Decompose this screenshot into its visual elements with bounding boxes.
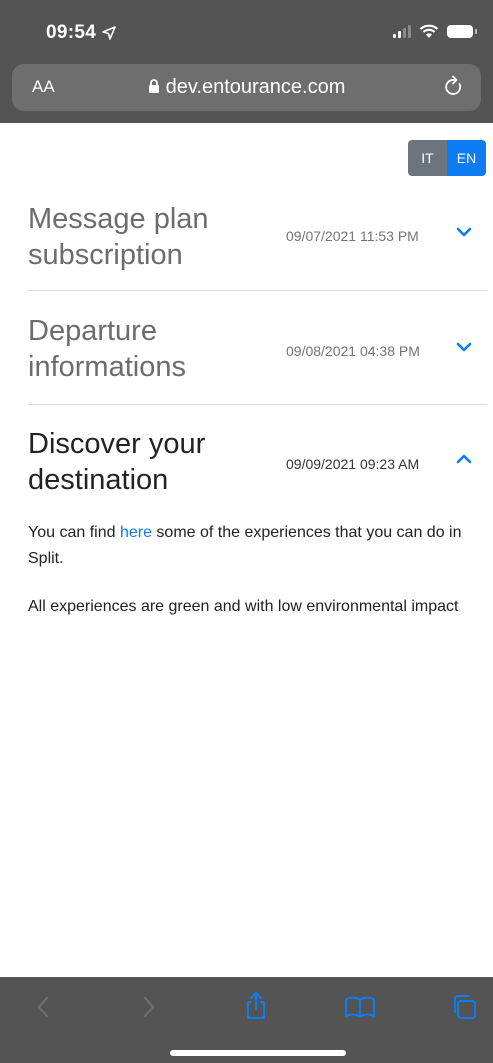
url-text: dev.entourance.com [165, 76, 346, 98]
address-bar[interactable]: AA dev.entourance.com [12, 64, 481, 111]
accordion-divider [28, 290, 487, 291]
browser-top-chrome: 09:54 AA dev.entourance.com [0, 0, 493, 123]
back-icon[interactable] [36, 995, 50, 1019]
accordion-item-message-plan[interactable]: Message plan subscription 09/07/2021 11:… [28, 201, 487, 277]
accordion-body-paragraph: All experiences are green and with low e… [28, 598, 459, 615]
clock-label: 09:54 [46, 22, 97, 43]
status-time: 09:54 [46, 22, 116, 44]
experiences-link[interactable]: here [120, 524, 152, 541]
url-display[interactable]: dev.entourance.com [12, 76, 481, 99]
lock-icon [148, 79, 159, 93]
accordion-date: 09/07/2021 11:53 PM [286, 228, 419, 244]
accordion-title: Discover your destination [28, 428, 206, 496]
wifi-icon [419, 24, 439, 38]
accordion-item-discover[interactable]: Discover your destination 09/09/2021 09:… [28, 426, 487, 502]
language-en-button[interactable]: EN [447, 140, 486, 176]
accordion-date: 09/09/2021 09:23 AM [286, 456, 420, 472]
home-indicator[interactable] [170, 1050, 346, 1056]
body-text: You can find [28, 524, 120, 541]
language-toggle: IT EN [408, 140, 486, 176]
status-indicators [393, 24, 477, 39]
share-icon[interactable] [244, 991, 268, 1021]
bookmarks-icon[interactable] [344, 995, 376, 1019]
accordion-date: 09/08/2021 04:38 PM [286, 343, 420, 359]
battery-icon [447, 25, 477, 38]
accordion-title: Departure informations [28, 315, 186, 383]
accordion-body-paragraph: You can find here some of the experience… [28, 520, 478, 572]
cellular-signal-icon [393, 25, 411, 38]
chevron-up-icon[interactable] [456, 453, 472, 465]
tabs-icon[interactable] [450, 993, 478, 1021]
location-arrow-icon [102, 26, 116, 40]
accordion-item-departure[interactable]: Departure informations 09/08/2021 04:38 … [28, 313, 487, 389]
accordion-divider [28, 404, 487, 405]
reload-icon[interactable] [443, 75, 465, 99]
accordion-title: Message plan subscription [28, 203, 209, 271]
chevron-down-icon[interactable] [456, 226, 472, 238]
chevron-down-icon[interactable] [456, 341, 472, 353]
forward-icon[interactable] [142, 995, 156, 1019]
language-it-button[interactable]: IT [408, 140, 447, 176]
